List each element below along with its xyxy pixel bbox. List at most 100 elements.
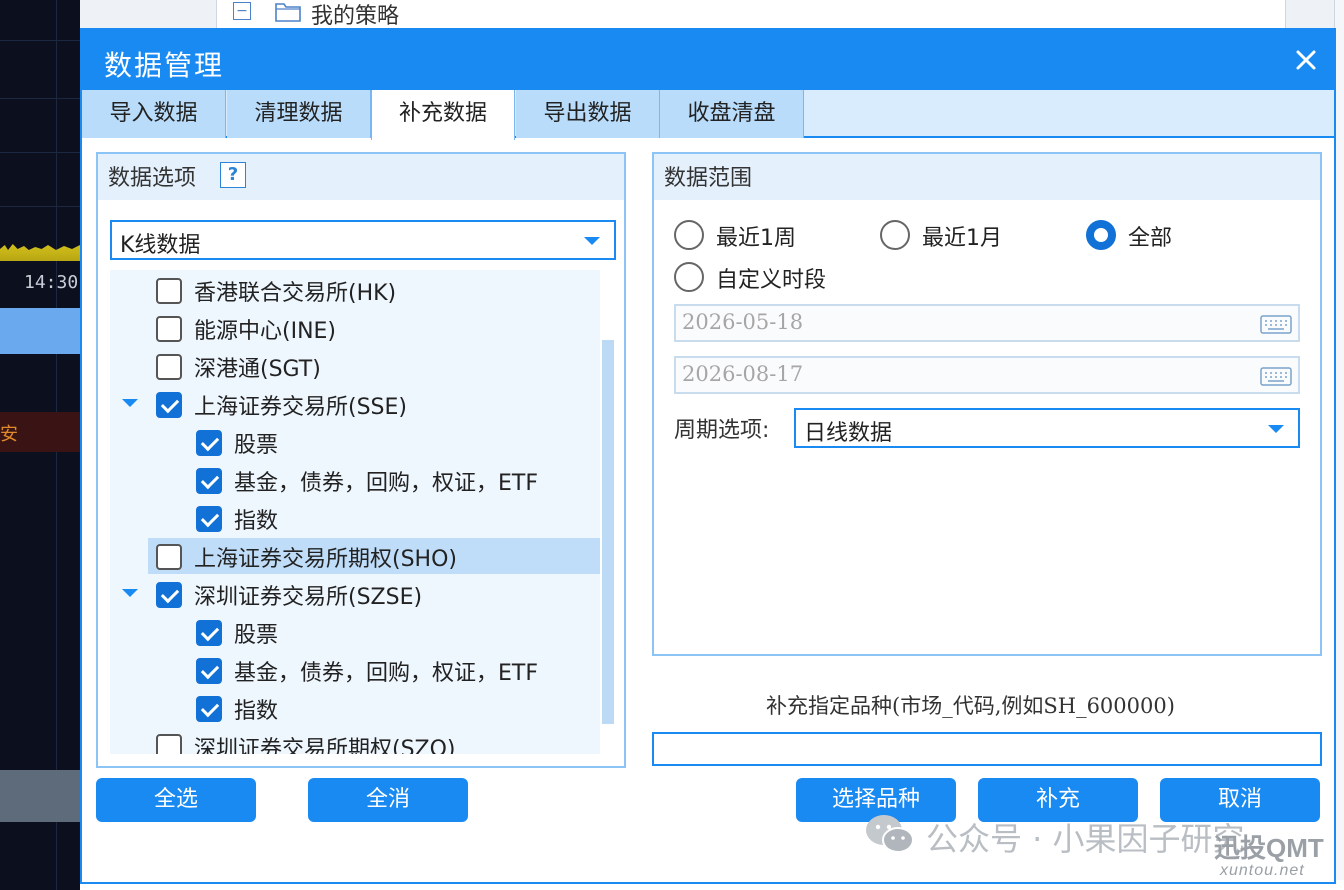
watermark-site: xuntou.net bbox=[1220, 862, 1305, 879]
background-strategy-tree: − 我的策略 bbox=[80, 0, 1344, 30]
tree-item-label: 基金，债券，回购，权证，ETF bbox=[234, 661, 538, 686]
watermark-text: 公众号 · 小果因子研究 bbox=[926, 820, 1245, 858]
checkbox[interactable] bbox=[196, 430, 222, 456]
radio-all[interactable] bbox=[1086, 220, 1116, 250]
tree-item-sgt[interactable]: 深港通(SGT) bbox=[110, 348, 600, 384]
tab-clean-data[interactable]: 清理数据 bbox=[227, 90, 371, 138]
dialog-titlebar[interactable]: 数据管理 bbox=[82, 30, 1334, 90]
supplement-code-hint: 补充指定品种(市场_代码,例如SH_600000) bbox=[766, 694, 1175, 718]
data-management-dialog: 数据管理 导入数据 清理数据 补充数据 导出数据 收盘清盘 数据选项 ? K线数… bbox=[80, 28, 1336, 884]
tree-item-label: 能源中心(INE) bbox=[194, 319, 337, 344]
checkbox[interactable] bbox=[156, 734, 182, 754]
wechat-icon bbox=[866, 815, 914, 853]
checkbox[interactable] bbox=[196, 506, 222, 532]
grid-line bbox=[0, 152, 80, 153]
chevron-down-icon bbox=[1268, 425, 1284, 433]
data-range-title: 数据范围 bbox=[664, 166, 753, 191]
dialog-title: 数据管理 bbox=[104, 49, 225, 82]
tree-item-label: 深圳证券交易所(SZSE) bbox=[194, 585, 423, 610]
tree-scrollbar[interactable] bbox=[602, 340, 614, 724]
checkbox[interactable] bbox=[196, 468, 222, 494]
tree-item-label: 股票 bbox=[234, 623, 279, 648]
deselect-all-button[interactable]: 全消 bbox=[308, 778, 468, 822]
tab-import-data[interactable]: 导入数据 bbox=[82, 90, 226, 138]
expand-arrow-icon[interactable] bbox=[122, 399, 138, 407]
checkbox[interactable] bbox=[156, 316, 182, 342]
strategy-tree-row[interactable]: − 我的策略 bbox=[216, 0, 1286, 30]
tree-item-sho[interactable]: 上海证券交易所期权(SHO) bbox=[148, 538, 600, 574]
grid-line bbox=[0, 40, 80, 41]
radio-custom-period[interactable] bbox=[674, 262, 704, 292]
folder-icon bbox=[275, 3, 301, 22]
data-range-panel: 数据范围 最近1周 最近1月 全部 自定义时段 2026-05-18 2026-… bbox=[652, 152, 1322, 656]
radio-label: 全部 bbox=[1128, 226, 1173, 251]
volume-bars bbox=[0, 244, 80, 261]
radio-label: 最近1月 bbox=[922, 226, 1002, 251]
start-date-field[interactable]: 2026-05-18 bbox=[674, 304, 1300, 342]
data-options-panel: 数据选项 ? K线数据 香港联合交易所(HK) 能源中心(INE) 深港通(SG… bbox=[96, 152, 626, 768]
chevron-down-icon bbox=[584, 237, 600, 245]
period-value: 日线数据 bbox=[804, 421, 893, 446]
checkbox[interactable] bbox=[156, 582, 182, 608]
tree-item-label: 基金，债券，回购，权证，ETF bbox=[234, 471, 538, 496]
supplement-code-input[interactable] bbox=[652, 732, 1322, 766]
tree-item-label: 深港通(SGT) bbox=[194, 357, 321, 382]
data-range-header: 数据范围 bbox=[654, 154, 1320, 200]
period-label: 周期选项: bbox=[674, 418, 770, 443]
checkbox[interactable] bbox=[156, 392, 182, 418]
data-type-select[interactable]: K线数据 bbox=[110, 220, 616, 260]
tree-item-szse-index[interactable]: 指数 bbox=[110, 690, 600, 726]
tree-item-szo[interactable]: 深圳证券交易所期权(SZO) bbox=[110, 728, 600, 754]
tree-item-sse-stocks[interactable]: 股票 bbox=[110, 424, 600, 460]
tree-item-sse[interactable]: 上海证券交易所(SSE) bbox=[110, 386, 600, 422]
tab-export-data[interactable]: 导出数据 bbox=[516, 90, 660, 138]
checkbox[interactable] bbox=[196, 658, 222, 684]
collapse-icon[interactable]: − bbox=[233, 2, 251, 20]
grid-line bbox=[0, 206, 80, 207]
background-band bbox=[0, 770, 80, 822]
checkbox[interactable] bbox=[156, 354, 182, 380]
period-select[interactable]: 日线数据 bbox=[794, 408, 1300, 448]
tree-item-szse[interactable]: 深圳证券交易所(SZSE) bbox=[110, 576, 600, 612]
checkbox[interactable] bbox=[156, 278, 182, 304]
background-side-text: 安 bbox=[0, 424, 18, 445]
tree-item-szse-funds[interactable]: 基金，债券，回购，权证，ETF bbox=[110, 652, 600, 688]
tree-item-sse-index[interactable]: 指数 bbox=[110, 500, 600, 536]
radio-last-month[interactable] bbox=[880, 220, 910, 250]
radio-label: 最近1周 bbox=[716, 226, 796, 251]
dialog-tabs: 导入数据 清理数据 补充数据 导出数据 收盘清盘 bbox=[82, 90, 1334, 140]
data-options-header: 数据选项 ? bbox=[98, 154, 624, 200]
grid-line bbox=[0, 98, 80, 99]
radio-last-week[interactable] bbox=[674, 220, 704, 250]
expand-arrow-icon[interactable] bbox=[122, 589, 138, 597]
checkbox[interactable] bbox=[196, 696, 222, 722]
tree-item-ine[interactable]: 能源中心(INE) bbox=[110, 310, 600, 346]
background-chart-panel: 14:30 安 bbox=[0, 0, 80, 890]
watermark-logo: 迅投QMT bbox=[1214, 833, 1324, 863]
data-type-value: K线数据 bbox=[120, 233, 201, 258]
market-tree: 香港联合交易所(HK) 能源中心(INE) 深港通(SGT) 上海证券交易所(S… bbox=[110, 270, 600, 754]
tab-supplement-data[interactable]: 补充数据 bbox=[371, 90, 515, 140]
tree-item-label: 上海证券交易所(SSE) bbox=[194, 395, 407, 420]
select-all-button[interactable]: 全选 bbox=[96, 778, 256, 822]
close-icon[interactable] bbox=[1290, 44, 1322, 76]
tree-item-hk[interactable]: 香港联合交易所(HK) bbox=[110, 272, 600, 308]
tree-item-label: 股票 bbox=[234, 433, 279, 458]
data-options-title: 数据选项 bbox=[108, 166, 197, 191]
tree-item-sse-funds[interactable]: 基金，债券，回购，权证，ETF bbox=[110, 462, 600, 498]
tree-item-label: 指数 bbox=[234, 699, 279, 724]
background-band bbox=[0, 308, 80, 354]
tab-close-clear[interactable]: 收盘清盘 bbox=[660, 90, 804, 138]
radio-label: 自定义时段 bbox=[716, 268, 827, 293]
tree-item-szse-stocks[interactable]: 股票 bbox=[110, 614, 600, 650]
checkbox[interactable] bbox=[196, 620, 222, 646]
keyboard-icon[interactable] bbox=[1260, 313, 1292, 335]
tree-item-label: 指数 bbox=[234, 509, 279, 534]
end-date-field[interactable]: 2026-08-17 bbox=[674, 356, 1300, 394]
checkbox[interactable] bbox=[156, 544, 182, 570]
end-date-value: 2026-08-17 bbox=[682, 362, 804, 386]
background-band: 安 bbox=[0, 412, 80, 452]
chart-time-label: 14:30 bbox=[24, 272, 79, 293]
help-icon[interactable]: ? bbox=[220, 162, 246, 188]
keyboard-icon[interactable] bbox=[1260, 365, 1292, 387]
